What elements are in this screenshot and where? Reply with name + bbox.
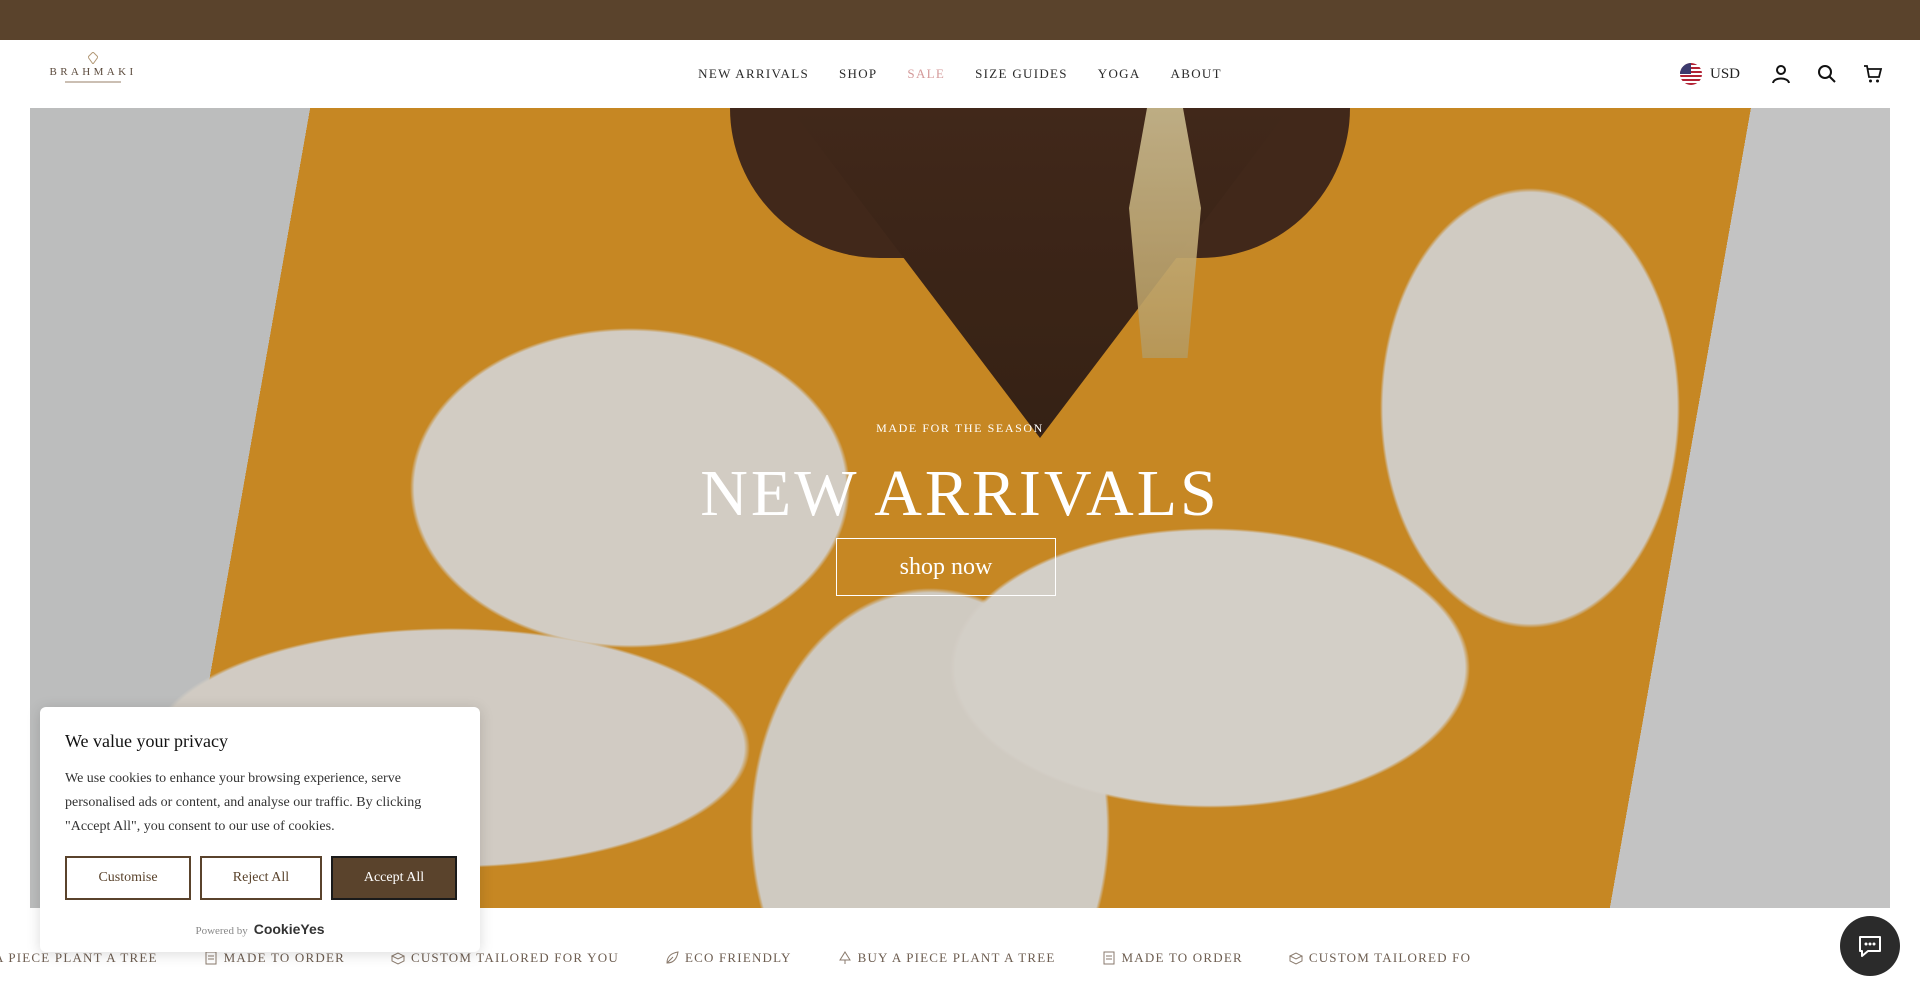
tailor-icon: [390, 952, 405, 965]
cookie-title: We value your privacy: [65, 731, 228, 751]
cart-icon: [1864, 65, 1883, 83]
marquee-label: CUSTOM TAILORED FO: [1308, 950, 1472, 965]
account-icon: [1772, 65, 1790, 84]
brand-logo[interactable]: BRAHMAKI: [44, 52, 142, 96]
brand-name: BRAHMAKI: [49, 66, 137, 78]
brand-tagline: [65, 81, 121, 83]
marquee-item: MADE TO ORDER: [1102, 950, 1243, 966]
hero-title: NEW ARRIVALS: [700, 457, 1220, 530]
currency-selector[interactable]: USD: [1679, 63, 1740, 85]
benefits-marquee: A PIECE PLANT A TREE MADE TO ORDER CUSTO…: [0, 950, 1920, 976]
marquee-item: CUSTOM TAILORED FO: [1288, 950, 1472, 966]
cookieyes-logo[interactable]: CookieYes: [254, 921, 325, 937]
search-button[interactable]: [1804, 51, 1850, 97]
marquee-item: MADE TO ORDER: [204, 950, 345, 966]
nav-item-yoga[interactable]: YOGA: [1083, 66, 1156, 82]
marquee-label: MADE TO ORDER: [1121, 950, 1243, 965]
reject-all-button[interactable]: Reject All: [200, 856, 322, 900]
powered-by-label: Powered by: [195, 925, 248, 937]
chat-icon: [1859, 936, 1881, 957]
cart-button[interactable]: [1850, 51, 1896, 97]
marquee-item: ECO FRIENDLY: [665, 950, 792, 966]
currency-label: USD: [1709, 65, 1740, 82]
marquee-label: BUY A PIECE PLANT A TREE: [857, 950, 1056, 965]
nav-item-sale[interactable]: SALE: [892, 66, 960, 82]
logo-gem-icon: [88, 52, 98, 64]
nav-item-size-guides[interactable]: SIZE GUIDES: [960, 66, 1083, 82]
nav-item-new-arrivals[interactable]: NEW ARRIVALS: [683, 66, 824, 82]
cookie-actions: Customise Reject All Accept All: [65, 856, 457, 900]
site-header: BRAHMAKI NEW ARRIVALS SHOP SALE SIZE GUI…: [0, 40, 1920, 108]
nav-item-shop[interactable]: SHOP: [824, 66, 892, 82]
tree-icon: [838, 951, 851, 964]
search-icon: [1818, 65, 1836, 83]
accept-all-button[interactable]: Accept All: [331, 856, 457, 900]
cookie-consent-banner: We value your privacy We use cookies to …: [40, 707, 480, 952]
marquee-item: A PIECE PLANT A TREE: [0, 950, 158, 966]
header-actions: USD: [1679, 40, 1896, 108]
order-icon: [205, 951, 217, 965]
marquee-label: A PIECE PLANT A TREE: [0, 950, 158, 965]
powered-by: Powered by CookieYes: [40, 921, 480, 937]
cookie-text: We use cookies to enhance your browsing …: [65, 771, 422, 834]
marquee-label: MADE TO ORDER: [223, 950, 345, 965]
leaf-icon: [666, 951, 679, 964]
main-nav: NEW ARRIVALS SHOP SALE SIZE GUIDES YOGA …: [0, 40, 1920, 108]
announcement-bar: [0, 0, 1920, 40]
marquee-item: BUY A PIECE PLANT A TREE: [838, 950, 1056, 966]
account-button[interactable]: [1758, 51, 1804, 97]
marquee-label: CUSTOM TAILORED FOR YOU: [410, 950, 619, 965]
order-icon: [1103, 951, 1115, 965]
us-flag-icon: [1679, 63, 1702, 85]
hero-kicker: MADE FOR THE SEASON: [876, 421, 1044, 435]
marquee-label: ECO FRIENDLY: [684, 950, 792, 965]
tailor-icon: [1288, 952, 1303, 965]
marquee-item: CUSTOM TAILORED FOR YOU: [390, 950, 619, 966]
customise-button[interactable]: Customise: [65, 856, 191, 900]
chat-launcher-button[interactable]: [1840, 916, 1900, 976]
nav-item-about[interactable]: ABOUT: [1156, 66, 1237, 82]
shop-now-button[interactable]: shop now: [836, 538, 1056, 596]
